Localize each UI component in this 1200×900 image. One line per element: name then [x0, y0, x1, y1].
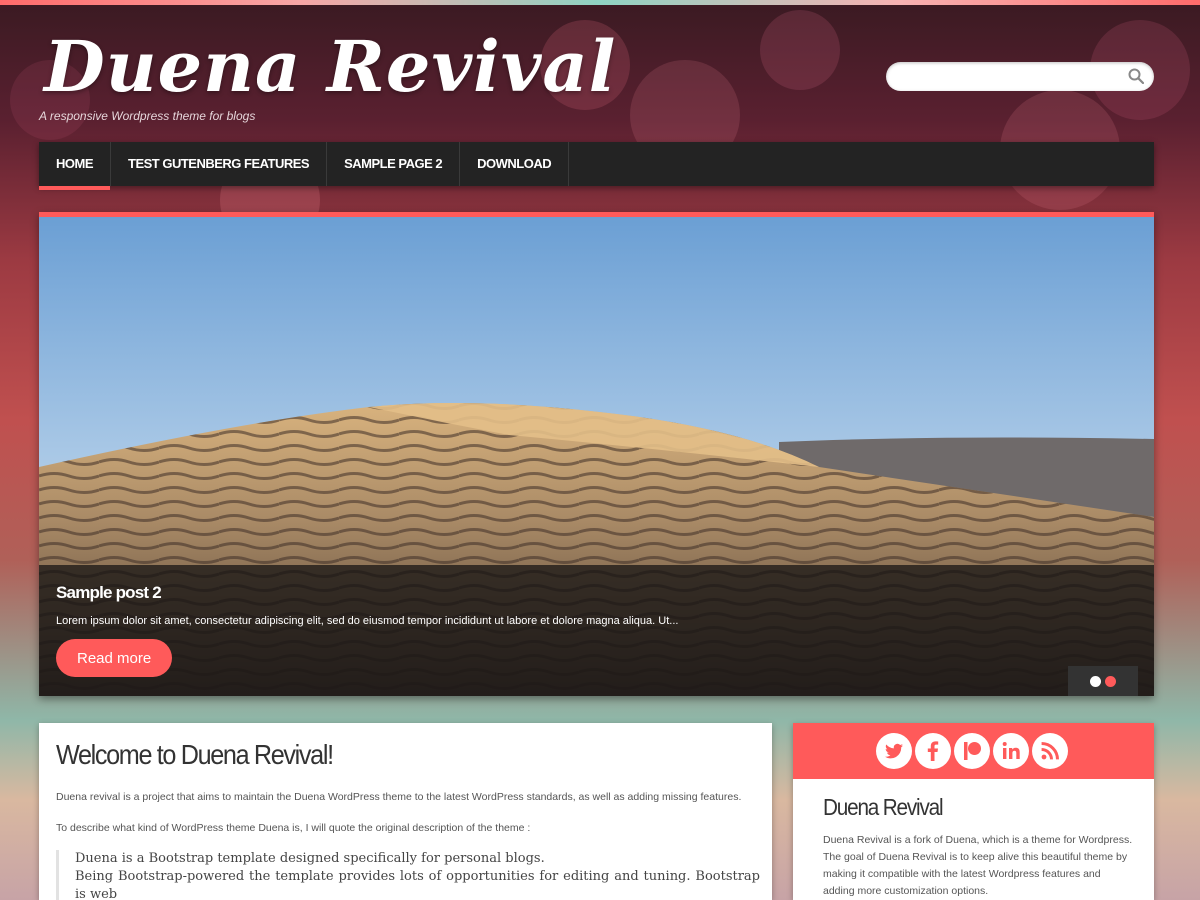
slide-caption: Sample post 2 Lorem ipsum dolor sit amet… — [39, 565, 1154, 696]
sidebar-widget: Duena Revival Duena Revival is a fork of… — [793, 723, 1154, 900]
linkedin-icon[interactable] — [993, 733, 1029, 769]
search-input[interactable] — [900, 67, 1124, 87]
site-tagline: A responsive Wordpress theme for blogs — [39, 109, 256, 123]
blockquote-line: Duena is a Bootstrap template designed s… — [75, 851, 545, 866]
slider-pagination — [1068, 666, 1138, 696]
social-links-bar — [793, 723, 1154, 779]
featured-slider: Sample post 2 Lorem ipsum dolor sit amet… — [39, 212, 1154, 696]
rss-icon[interactable] — [1032, 733, 1068, 769]
slider-dot-2[interactable] — [1105, 676, 1116, 687]
read-more-button[interactable]: Read more — [56, 639, 173, 677]
blockquote-line: Being Bootstrap-powered the template pro… — [75, 869, 760, 900]
slide-title[interactable]: Sample post 2 — [56, 583, 162, 603]
slide-excerpt: Lorem ipsum dolor sit amet, consectetur … — [56, 615, 679, 627]
site-title[interactable]: Duena Revival — [44, 22, 616, 112]
search-box[interactable] — [886, 62, 1154, 91]
main-content-card: Welcome to Duena Revival! Duena revival … — [39, 723, 772, 900]
widget-text: Duena Revival is a fork of Duena, which … — [823, 834, 1133, 897]
search-icon[interactable] — [1128, 68, 1144, 84]
nav-item-test-gutenberg-features[interactable]: TEST GUTENBERG FEATURES — [111, 142, 328, 186]
post-paragraph: Duena revival is a project that aims to … — [56, 791, 742, 803]
post-title[interactable]: Welcome to Duena Revival! — [56, 739, 334, 771]
slider-dot-1[interactable] — [1090, 676, 1101, 687]
nav-item-sample-page-2[interactable]: SAMPLE PAGE 2 — [327, 142, 461, 186]
widget-title: Duena Revival — [823, 794, 944, 820]
twitter-icon[interactable] — [876, 733, 912, 769]
facebook-icon[interactable] — [915, 733, 951, 769]
post-blockquote: Duena is a Bootstrap template designed s… — [56, 850, 760, 900]
patreon-icon[interactable] — [954, 733, 990, 769]
bokeh-decoration — [760, 10, 840, 90]
nav-item-home[interactable]: HOME — [39, 142, 111, 190]
main-navigation: HOME TEST GUTENBERG FEATURES SAMPLE PAGE… — [39, 142, 1154, 190]
nav-item-download[interactable]: DOWNLOAD — [460, 142, 570, 186]
post-paragraph: To describe what kind of WordPress theme… — [56, 822, 531, 834]
top-accent-stripe — [0, 0, 1200, 5]
